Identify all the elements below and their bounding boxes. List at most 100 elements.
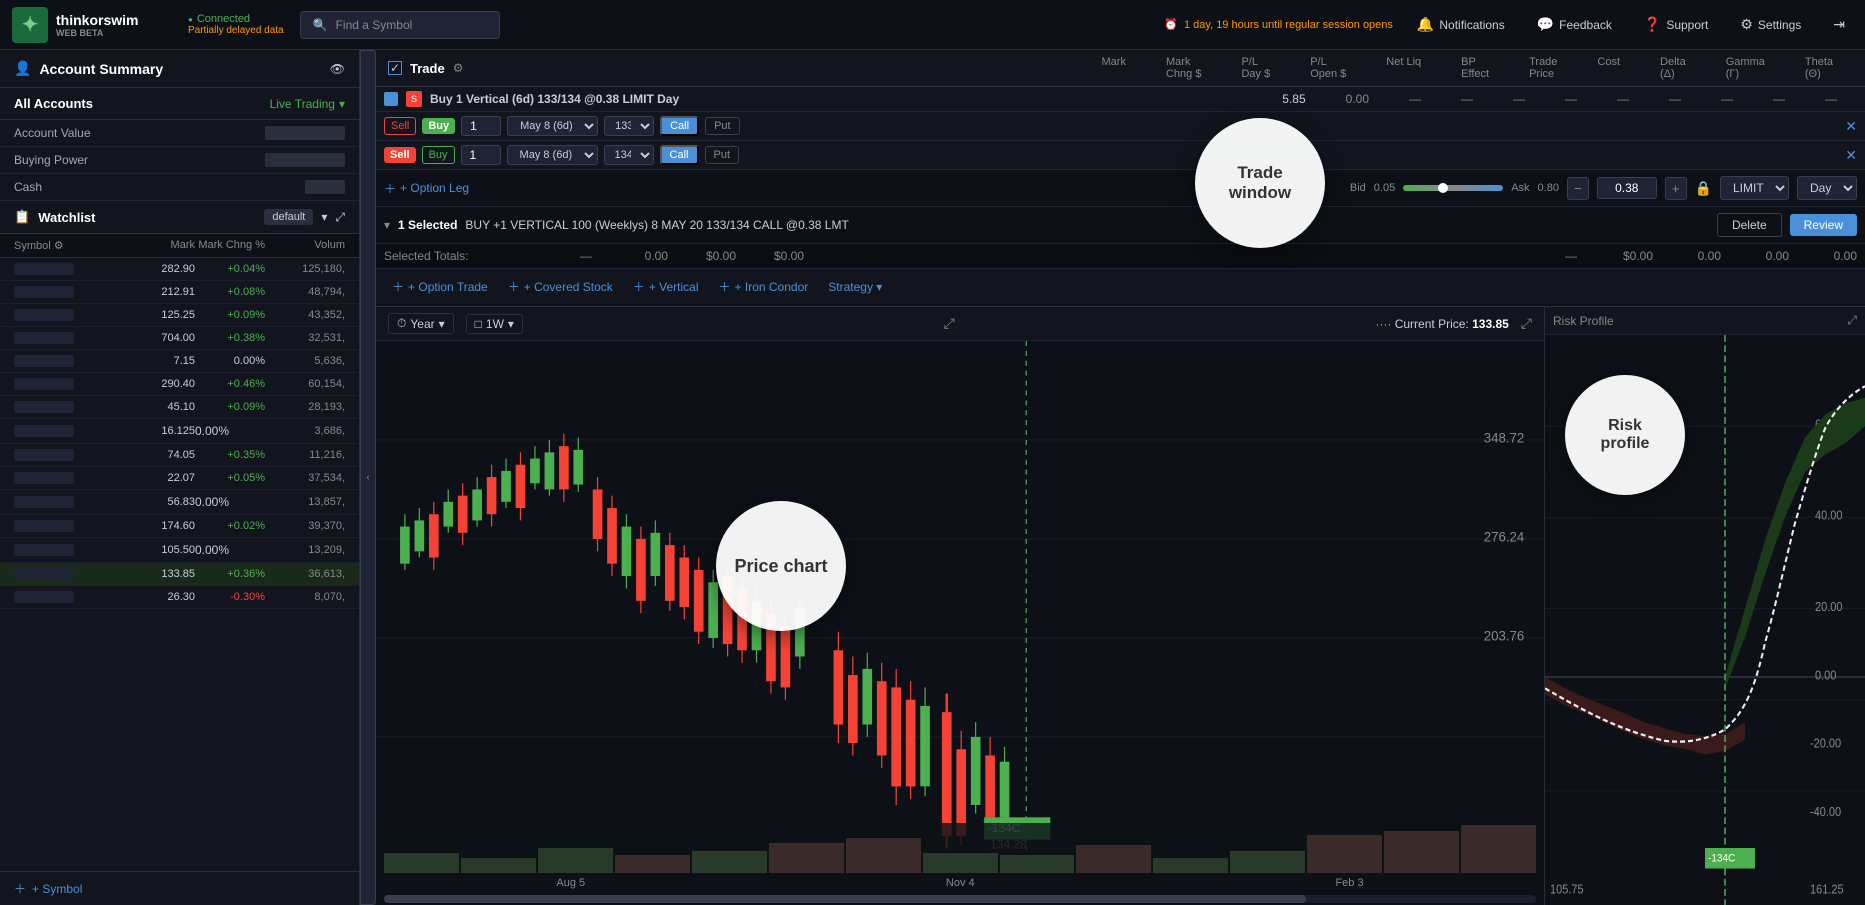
duration-select[interactable]: Day [1797,176,1857,200]
leg1-side-buy-btn[interactable]: Buy [422,118,455,134]
dash4: — [1565,92,1577,106]
covered-stock-btn[interactable]: ＋ + Covered Stock [500,275,621,298]
dash6: — [1669,92,1681,106]
mark-cell: 26.30 [125,591,195,603]
default-badge[interactable]: default [264,209,313,225]
x-label-1: Aug 5 [556,877,585,889]
support-btn[interactable]: ❓ Support [1636,12,1716,37]
leg1-call-btn[interactable]: Call [660,116,699,136]
list-item[interactable]: 45.10 +0.09% 28,193, [0,396,359,419]
list-item[interactable]: 282.90 +0.04% 125,180, [0,258,359,281]
logout-btn[interactable]: ⇥ [1825,12,1853,37]
list-item[interactable]: 290.40 +0.46% 60,154, [0,373,359,396]
leg2-side-sell-btn[interactable]: Sell [384,147,416,163]
chart-expand-btn[interactable]: ⤢ [944,315,955,332]
list-item[interactable]: 26.30 -0.30% 8,070, [0,586,359,609]
expand-icon[interactable]: ⤢ [335,210,345,225]
list-item[interactable]: 125.25 +0.09% 43,352, [0,304,359,327]
time-range-btn[interactable]: ⏱ Year ▾ [388,313,454,334]
list-item[interactable]: 212.91 +0.08% 48,794, [0,281,359,304]
leg1-qty-input[interactable] [461,116,501,136]
live-trading-label: Live Trading [270,97,335,111]
vertical-btn[interactable]: ＋ + Vertical [625,275,707,298]
risk-expand-btn[interactable]: ⤢ [1847,313,1857,328]
order-type-select[interactable]: LIMIT [1720,176,1789,200]
add-symbol-btn[interactable]: ＋ + Symbol [0,871,359,905]
list-item[interactable]: 16.125 0.00% 3,686, [0,419,359,444]
list-item[interactable]: 133.85 +0.36% 36,613, [0,563,359,586]
list-item[interactable]: 22.07 +0.05% 37,534, [0,467,359,490]
risk-profile: Risk Profile ⤢ [1545,307,1865,905]
totals-v2: $0.00 [676,249,736,263]
delete-button[interactable]: Delete [1717,213,1782,237]
watchlist-controls: default ▾ ⤢ [264,209,345,225]
col-change: Mark Chng % [195,239,265,252]
mark-cell: 22.07 [125,472,195,484]
brand-name: thinkorswim [56,12,138,28]
notifications-btn[interactable]: 🔔 Notifications [1409,12,1513,37]
leg1-put-btn[interactable]: Put [705,117,740,135]
price-input[interactable] [1597,177,1657,199]
symbol-cell [14,378,74,390]
leg1-side-sell-btn[interactable]: Sell [384,117,416,135]
cash-label: Cash [14,180,42,194]
feedback-btn[interactable]: 💬 Feedback [1529,12,1620,37]
list-item[interactable]: 174.60 +0.02% 39,370, [0,515,359,538]
risk-chart-svg: 60.00 40.00 20.00 0.00 -20.00 -40.00 [1545,335,1865,905]
leg2-expiry-select[interactable]: May 8 (6d) [507,145,598,165]
iron-condor-btn[interactable]: ＋ + Iron Condor [711,275,817,298]
pricing-row: ＋ + Option Leg Bid 0.05 Ask 0.80 − + 🔒 [376,170,1865,207]
scrollbar-thumb[interactable] [384,895,1306,903]
add-option-leg-btn[interactable]: ＋ + Option Leg [384,180,469,197]
leg1-close-btn[interactable]: ✕ [1845,118,1857,135]
order-checkbox[interactable] [384,92,398,106]
list-item[interactable]: 105.50 0.00% 13,209, [0,538,359,563]
list-item[interactable]: 56.83 0.00% 13,857, [0,490,359,515]
expand-icon[interactable]: ▾ [384,218,390,232]
leg1-expiry-select[interactable]: May 8 (6d) [507,116,598,136]
settings-btn[interactable]: ⚙ Settings [1732,12,1809,37]
svg-text:348.72: 348.72 [1484,430,1524,445]
leg2-qty-input[interactable] [461,145,501,165]
chart-scrollbar[interactable] [384,895,1536,903]
live-trading-selector[interactable]: Live Trading ▾ [270,97,345,111]
selected-badge: 1 Selected [398,218,457,232]
leg1-strike-select[interactable]: 133 [604,116,654,136]
feedback-icon: 💬 [1537,16,1554,33]
leg2-put-btn[interactable]: Put [705,146,740,164]
option-trade-btn[interactable]: ＋ + Option Trade [384,275,496,298]
strategy-btn[interactable]: Strategy ▾ [820,277,890,297]
list-item[interactable]: 74.05 +0.35% 11,216, [0,444,359,467]
chart-toolbar: ⏱ Year ▾ □ 1W ▾ ⤢ ···· Current Price: 13… [376,307,1544,341]
trade-gear-icon[interactable]: ⚙ [453,61,464,75]
leg2-call-btn[interactable]: Call [660,145,699,165]
chart-icon: □ [475,317,482,331]
symbol-cell [14,355,74,367]
buying-power-value [265,153,345,167]
chart-side-expand-btn[interactable]: ⤢ [1521,315,1532,332]
change-cell: +0.02% [195,520,265,532]
totals-row: Selected Totals: — 0.00 $0.00 $0.00 — $0… [376,244,1865,269]
dropdown-icon[interactable]: ▾ [321,210,327,224]
current-price-label: Current Price: [1395,317,1469,331]
col-net-liq: Net Liq [1386,56,1421,80]
eye-icon[interactable]: 👁 [330,62,345,76]
price-plus-btn[interactable]: + [1665,177,1687,200]
strategy-bar: ＋ + Option Trade ＋ + Covered Stock ＋ + V… [376,269,1865,306]
price-minus-btn[interactable]: − [1567,177,1589,200]
leg2-side-buy-btn[interactable]: Buy [422,146,455,164]
col-mark: Mark [1102,56,1126,80]
trade-checkbox[interactable]: ✓ [388,61,402,75]
svg-text:203.76: 203.76 [1484,628,1524,643]
option-trade-label: + Option Trade [408,280,488,294]
list-item[interactable]: 704.00 +0.38% 32,531, [0,327,359,350]
list-item[interactable]: 7.15 0.00% 5,636, [0,350,359,373]
price-slider[interactable] [1403,185,1503,191]
interval-btn[interactable]: □ 1W ▾ [466,314,523,334]
review-button[interactable]: Review [1790,214,1857,236]
search-bar[interactable]: 🔍 Find a Symbol [300,11,500,39]
sidebar-collapse-btn[interactable]: ‹ [360,50,376,905]
leg2-close-btn[interactable]: ✕ [1845,147,1857,164]
leg2-strike-select[interactable]: 134 [604,145,654,165]
risk-profile-toolbar: Risk Profile ⤢ [1545,307,1865,335]
